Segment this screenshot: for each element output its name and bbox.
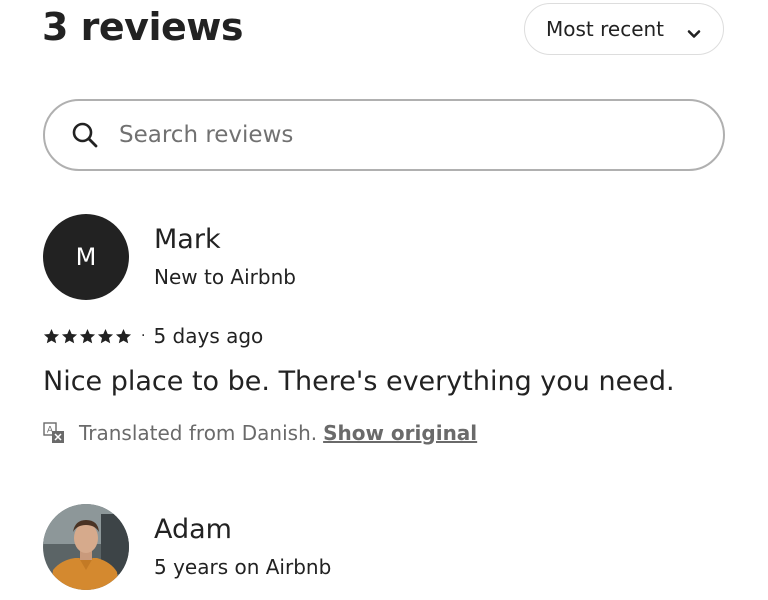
reviewer-name-adam[interactable]: Adam xyxy=(154,514,232,546)
reviews-panel: 3 reviews Most recent M Mark New to Airb… xyxy=(0,0,768,600)
search-bar[interactable] xyxy=(43,99,725,171)
review-text: Nice place to be. There's everything you… xyxy=(43,366,675,397)
translation-note: Translated from Danish. xyxy=(79,421,318,445)
search-input[interactable] xyxy=(117,121,681,149)
star-icon xyxy=(79,328,96,343)
search-icon xyxy=(71,121,99,149)
avatar-photo xyxy=(43,504,129,590)
sort-dropdown-button[interactable]: Most recent xyxy=(524,3,724,55)
reviewer-tenure-mark: New to Airbnb xyxy=(154,265,296,289)
reviewer-name-mark[interactable]: Mark xyxy=(154,224,221,256)
star-icon xyxy=(115,328,132,343)
star-icon xyxy=(43,328,60,343)
review-rating-row: · 5 days ago xyxy=(43,323,263,349)
translate-icon: A xyxy=(43,422,65,444)
avatar-initial: M xyxy=(75,243,97,271)
separator-dot: · xyxy=(141,328,146,344)
review-date: 5 days ago xyxy=(153,324,264,348)
sort-label: Most recent xyxy=(546,17,665,41)
chevron-down-icon xyxy=(687,22,701,46)
avatar-mark[interactable]: M xyxy=(43,214,129,300)
reviewer-tenure-adam: 5 years on Airbnb xyxy=(154,555,332,579)
star-icon xyxy=(97,328,114,343)
reviews-count-title: 3 reviews xyxy=(42,5,243,49)
avatar-adam[interactable] xyxy=(43,504,129,590)
translation-notice: A Translated from Danish. Show original xyxy=(43,419,477,447)
show-original-link[interactable]: Show original xyxy=(323,421,477,445)
star-icon xyxy=(61,328,78,343)
star-rating xyxy=(43,328,132,345)
